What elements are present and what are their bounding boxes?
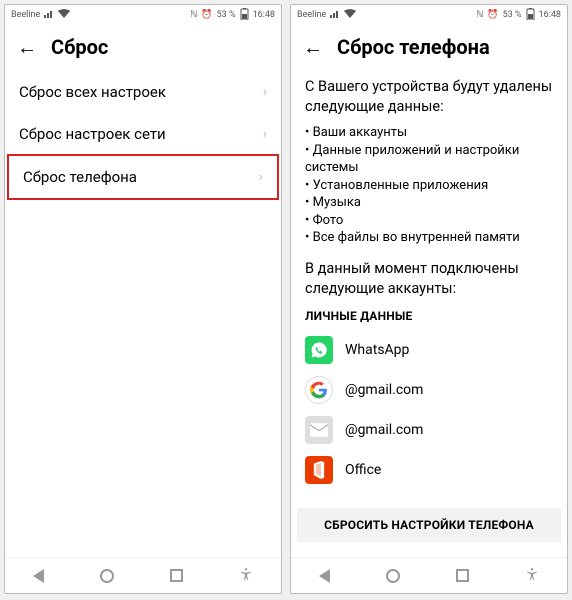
alarm-icon: ⏰ [487,10,498,20]
alarm-icon: ⏰ [201,10,212,20]
account-label: Office [345,461,381,480]
whatsapp-icon [305,336,333,364]
list-item-reset-network[interactable]: Сброс настроек сети › [5,113,281,155]
google-icon [305,376,333,404]
status-bar: Beeline ℕ ⏰ 53 % 16:48 [5,5,281,25]
list-item-reset-all[interactable]: Сброс всех настроек › [5,71,281,113]
page-title: Сброс [51,35,108,59]
bullet-item: Музыка [305,194,553,212]
nav-back-icon[interactable] [319,569,330,583]
back-icon[interactable]: ← [303,37,323,57]
account-row-office[interactable]: Office [305,450,553,490]
data-deletion-list: Ваши аккаунты Данные приложений и настро… [305,124,553,247]
chevron-right-icon: › [259,169,263,185]
nav-recent-icon[interactable] [456,569,469,582]
status-bar: Beeline ℕ ⏰ 53 % 16:48 [291,5,567,25]
carrier-label: Beeline [297,10,326,20]
bullet-item: Установленные приложения [305,177,553,195]
accounts-intro: В данный момент подключены следующие акк… [305,259,553,298]
list-item-label: Сброс настроек сети [19,125,166,143]
wifi-icon [344,9,356,21]
nav-home-icon[interactable] [100,569,114,583]
account-row-mail[interactable]: @gmail.com [305,410,553,450]
android-navbar [5,557,281,593]
battery-icon [526,8,535,23]
nav-accessibility-icon[interactable] [239,566,253,585]
reset-phone-button[interactable]: СБРОСИТЬ НАСТРОЙКИ ТЕЛЕФОНА [297,508,561,542]
list-item-reset-phone[interactable]: Сброс телефона › [7,154,279,200]
battery-label: 53 % [503,10,522,20]
nav-back-icon[interactable] [33,569,44,583]
back-icon[interactable]: ← [17,37,37,57]
account-label: WhatsApp [345,341,409,360]
account-row-whatsapp[interactable]: WhatsApp [305,330,553,370]
nav-recent-icon[interactable] [170,569,183,582]
nfc-icon: ℕ [476,10,483,20]
signal-icon [44,10,54,21]
chevron-right-icon: › [263,126,267,142]
mail-icon [305,416,333,444]
header: ← Сброс телефона [291,25,567,71]
office-icon [305,456,333,484]
time-label: 16:48 [253,10,275,20]
page-title: Сброс телефона [337,35,490,59]
account-label: @gmail.com [345,421,423,440]
personal-data-section-title: ЛИЧНЫЕ ДАННЫЕ [305,308,553,324]
carrier-label: Beeline [11,10,40,20]
android-navbar [291,557,567,593]
nfc-icon: ℕ [190,10,197,20]
account-label: @gmail.com [345,381,423,400]
bullet-item: Данные приложений и настройки системы [305,142,553,177]
list-item-label: Сброс телефона [23,168,137,186]
reset-options-list: Сброс всех настроек › Сброс настроек сет… [5,71,281,200]
content-area: С Вашего устройства будут удалены следую… [291,71,567,500]
header: ← Сброс [5,25,281,71]
nav-accessibility-icon[interactable] [525,566,539,585]
signal-icon [330,10,340,21]
account-row-google[interactable]: @gmail.com [305,370,553,410]
nav-home-icon[interactable] [386,569,400,583]
chevron-right-icon: › [263,84,267,100]
screen-reset-phone-detail: Beeline ℕ ⏰ 53 % 16:48 ← Сброс телефона … [290,4,568,594]
bullet-item: Все файлы во внутренней памяти [305,229,553,247]
list-item-label: Сброс всех настроек [19,83,166,101]
wifi-icon [58,9,70,21]
battery-icon [240,8,249,23]
bullet-item: Фото [305,212,553,230]
screen-reset-menu: Beeline ℕ ⏰ 53 % 16:48 ← Сброс Сброс все… [4,4,282,594]
warning-text: С Вашего устройства будут удалены следую… [305,77,553,116]
battery-label: 53 % [217,10,236,20]
time-label: 16:48 [539,10,561,20]
bullet-item: Ваши аккаунты [305,124,553,142]
